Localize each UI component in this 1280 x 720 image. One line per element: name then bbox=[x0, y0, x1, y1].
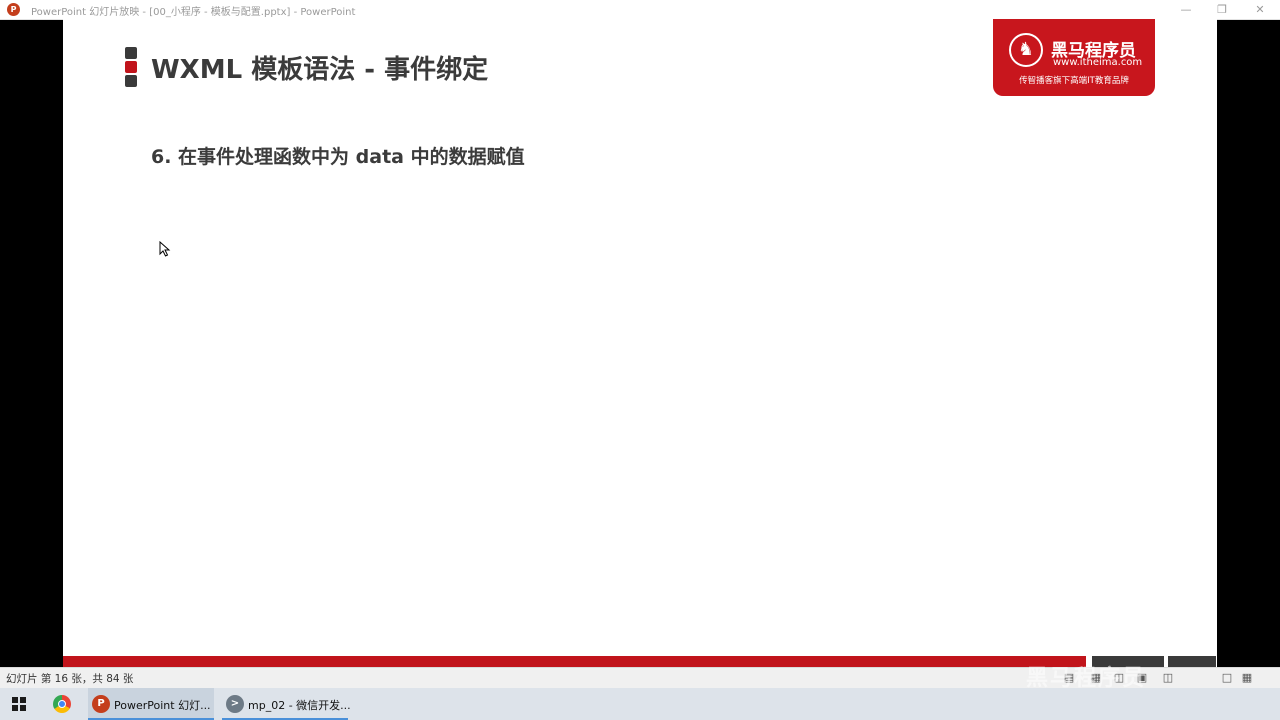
chrome-icon[interactable] bbox=[53, 695, 71, 713]
minimize-button[interactable]: — bbox=[1166, 1, 1206, 18]
slide-footer-bar bbox=[63, 656, 1086, 667]
powerpoint-app-icon: P bbox=[92, 695, 110, 713]
close-button[interactable]: ✕ bbox=[1240, 1, 1280, 18]
powerpoint-icon: P bbox=[7, 3, 20, 16]
taskbar-item-label: PowerPoint 幻灯... bbox=[114, 699, 211, 712]
wechat-devtools-icon: > bbox=[226, 695, 244, 713]
logo-slogan: 传智播客旗下高端IT教育品牌 bbox=[1019, 76, 1129, 86]
horse-logo-icon: ♞ bbox=[1009, 33, 1043, 67]
restore-button[interactable]: ❐ bbox=[1202, 1, 1242, 18]
fit-slide-icon[interactable]: □ bbox=[1220, 671, 1234, 685]
slide-subtitle: 6. 在事件处理函数中为 data 中的数据赋值 bbox=[151, 146, 525, 168]
title-marker-bottom bbox=[125, 75, 137, 87]
mouse-cursor-icon bbox=[159, 241, 171, 257]
brand-logo: ♞ 黑马程序员 www.itheima.com 传智播客旗下高端IT教育品牌 bbox=[993, 19, 1155, 96]
title-marker-top bbox=[125, 47, 137, 59]
window-titlebar: P PowerPoint 幻灯片放映 - [00_小程序 - 模板与配置.ppt… bbox=[0, 0, 1280, 20]
taskbar-item-label: mp_02 - 微信开发... bbox=[248, 699, 351, 712]
zoom-icon[interactable]: ◫ bbox=[1161, 671, 1175, 685]
footer-dark-block bbox=[1168, 656, 1216, 667]
slide[interactable]: WXML 模板语法 - 事件绑定 6. 在事件处理函数中为 data 中的数据赋… bbox=[63, 19, 1217, 667]
taskbar: P PowerPoint 幻灯... > mp_02 - 微信开发... bbox=[0, 688, 1280, 720]
slide-title: WXML 模板语法 - 事件绑定 bbox=[151, 55, 489, 85]
taskbar-item-wechat-devtools[interactable]: > mp_02 - 微信开发... bbox=[222, 688, 351, 720]
logo-url: www.itheima.com bbox=[1053, 57, 1143, 68]
windows-start-icon[interactable] bbox=[12, 697, 26, 711]
slide-counter: 幻灯片 第 16 张，共 84 张 bbox=[6, 673, 134, 685]
title-marker-middle bbox=[125, 61, 137, 73]
window-title: PowerPoint 幻灯片放映 - [00_小程序 - 模板与配置.pptx]… bbox=[31, 7, 356, 18]
notes-icon[interactable]: ▦ bbox=[1240, 671, 1254, 685]
taskbar-item-powerpoint[interactable]: P PowerPoint 幻灯... bbox=[88, 688, 214, 720]
